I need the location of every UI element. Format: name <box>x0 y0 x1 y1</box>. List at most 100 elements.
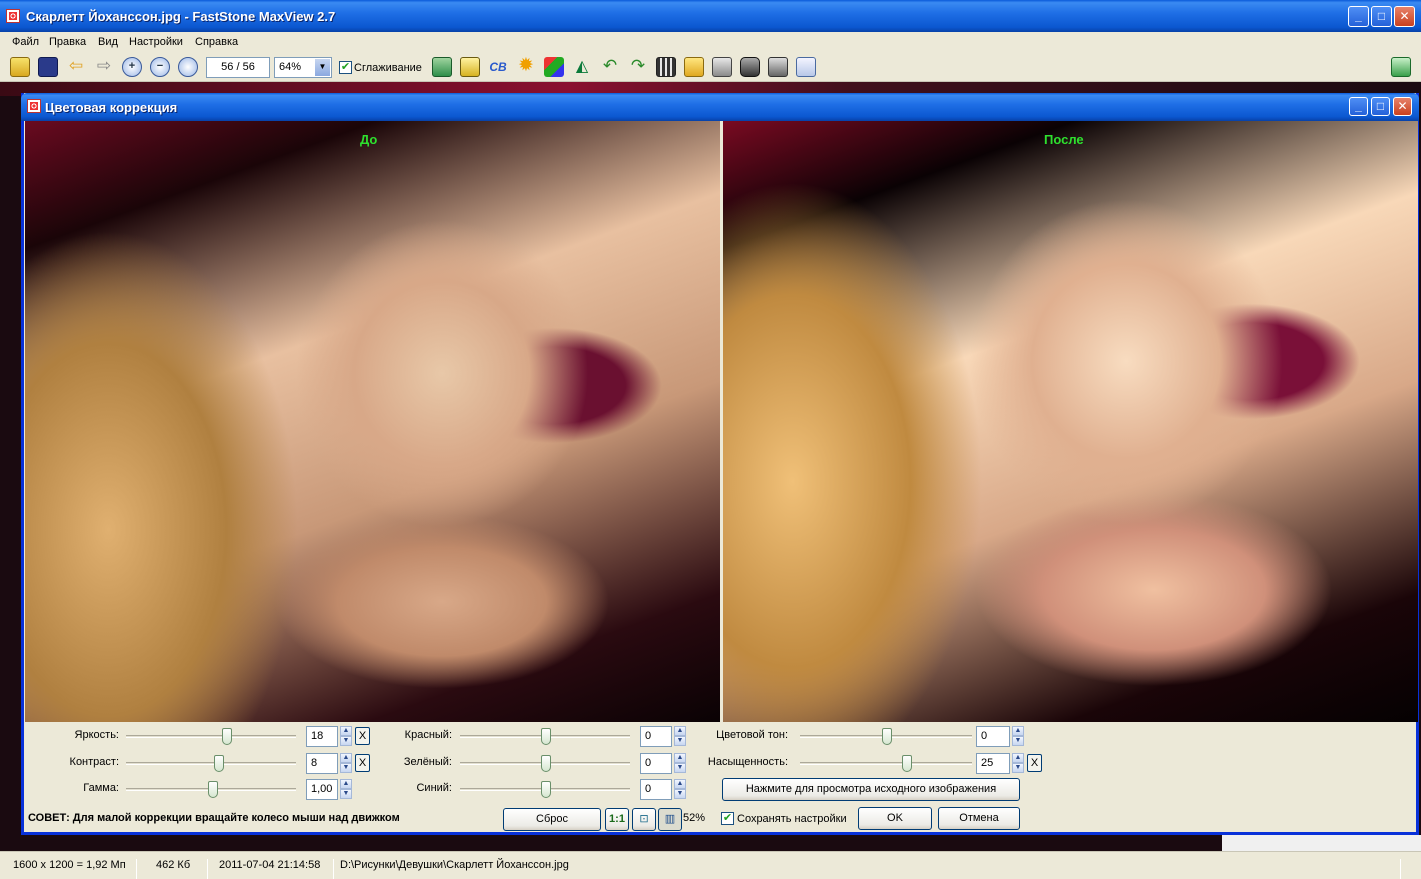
zoom-percent: 52% <box>683 812 706 824</box>
gamma-row: Гамма: 1,00 ▲ ▼ <box>24 779 374 800</box>
green-slider-thumb[interactable] <box>541 755 551 772</box>
green-spinner[interactable]: ▲ ▼ <box>674 753 686 774</box>
red-value[interactable]: 0 <box>640 726 672 747</box>
status-datetime: 2011-07-04 21:14:58 <box>219 859 321 871</box>
blue-value[interactable]: 0 <box>640 779 672 800</box>
rotate-right-icon[interactable]: ↷ <box>628 57 648 77</box>
ok-button[interactable]: OK <box>858 807 932 830</box>
saturation-track[interactable] <box>800 762 972 765</box>
green-label: Зелёный: <box>403 756 452 768</box>
zoom-out-icon[interactable]: − <box>150 57 170 77</box>
dialog-maximize-button[interactable]: □ <box>1371 97 1390 116</box>
window-title: Скарлетт Йоханссон.jpg - FastStone MaxVi… <box>26 9 336 24</box>
fit-image-icon[interactable]: ⊡ <box>632 808 656 831</box>
dialog-close-button[interactable]: ✕ <box>1393 97 1412 116</box>
blue-row: Синий: 0 ▲ ▼ <box>374 779 694 800</box>
brightness-sun-icon[interactable]: ✹ <box>516 56 536 77</box>
hue-spinner[interactable]: ▲ ▼ <box>1012 726 1024 747</box>
status-filesize: 462 Кб <box>156 859 191 871</box>
menu-edit[interactable]: Правка <box>49 36 86 48</box>
after-image[interactable]: После <box>723 121 1418 722</box>
rotate-left-icon[interactable]: ↶ <box>600 57 620 77</box>
show-original-button[interactable]: Нажмите для просмотра исходного изображе… <box>722 778 1020 801</box>
saturation-value[interactable]: 25 <box>976 753 1010 774</box>
status-separator <box>333 859 334 879</box>
settings-checklist-icon[interactable] <box>796 57 816 77</box>
brightness-spinner[interactable]: ▲ ▼ <box>340 726 352 747</box>
saturation-slider-thumb[interactable] <box>902 755 912 772</box>
minimize-button[interactable]: _ <box>1348 6 1369 27</box>
contrast-slider-thumb[interactable] <box>214 755 224 772</box>
before-label: До <box>360 132 378 147</box>
menu-help[interactable]: Справка <box>195 36 238 48</box>
dialog-app-icon[interactable] <box>27 99 41 113</box>
brightness-track[interactable] <box>126 735 296 738</box>
hue-label: Цветовой тон: <box>716 729 788 741</box>
zoom-in-icon[interactable]: + <box>122 57 142 77</box>
blue-slider-thumb[interactable] <box>541 781 551 798</box>
contrast-track[interactable] <box>126 762 296 765</box>
save-icon[interactable] <box>38 57 58 77</box>
slideshow-icon[interactable] <box>432 57 452 77</box>
gamma-value[interactable]: 1,00 <box>306 779 338 800</box>
red-slider-thumb[interactable] <box>541 728 551 745</box>
after-label: После <box>1044 132 1084 147</box>
contrast-reset-button[interactable]: X <box>355 754 370 772</box>
hue-slider-thumb[interactable] <box>882 728 892 745</box>
print-icon[interactable] <box>712 57 732 77</box>
dialog-title: Цветовая коррекция <box>45 100 178 115</box>
page-counter[interactable]: 56 / 56 <box>206 57 270 78</box>
brightness-slider-thumb[interactable] <box>222 728 232 745</box>
saturation-spinner[interactable]: ▲ ▼ <box>1012 753 1024 774</box>
save-settings-checkbox[interactable]: ✔ <box>721 812 734 825</box>
dialog-minimize-button[interactable]: _ <box>1349 97 1368 116</box>
green-value[interactable]: 0 <box>640 753 672 774</box>
gamma-spinner[interactable]: ▲ ▼ <box>340 779 352 800</box>
open-folder-icon[interactable] <box>10 57 30 77</box>
red-label: Красный: <box>404 729 452 741</box>
status-separator <box>136 859 137 879</box>
menu-view[interactable]: Вид <box>98 36 118 48</box>
color-balance-icon[interactable]: CB <box>488 57 508 77</box>
menu-settings[interactable]: Настройки <box>129 36 183 48</box>
zoom-select[interactable]: 64% ▼ <box>274 57 332 78</box>
blue-spinner[interactable]: ▲ ▼ <box>674 779 686 800</box>
saturation-label: Насыщенность: <box>707 756 788 768</box>
contrast-value[interactable]: 8 <box>306 753 338 774</box>
chevron-down-icon[interactable]: ▼ <box>315 59 330 76</box>
one-to-one-button[interactable]: 1:1 <box>605 808 629 831</box>
side-by-side-icon[interactable]: ▥ <box>658 808 682 831</box>
red-spinner[interactable]: ▲ ▼ <box>674 726 686 747</box>
crop-icon[interactable] <box>460 57 480 77</box>
gamma-slider-thumb[interactable] <box>208 781 218 798</box>
before-image[interactable]: До <box>25 121 720 722</box>
scanner-icon[interactable] <box>768 57 788 77</box>
zoom-value: 64% <box>279 61 302 73</box>
window-titlebar[interactable]: Скарлетт Йоханссон.jpg - FastStone MaxVi… <box>0 0 1421 32</box>
sharpen-icon[interactable]: ◭ <box>572 57 592 77</box>
red-row: Красный: 0 ▲ ▼ <box>374 726 694 747</box>
app-icon[interactable] <box>6 9 20 23</box>
menu-file[interactable]: Файл <box>12 36 39 48</box>
forward-arrow-icon[interactable]: ⇨ <box>94 57 114 77</box>
cancel-button[interactable]: Отмена <box>938 807 1020 830</box>
email-icon[interactable] <box>684 57 704 77</box>
filmstrip-icon[interactable] <box>656 57 676 77</box>
reset-button[interactable]: Сброс <box>503 808 601 831</box>
contrast-spinner[interactable]: ▲ ▼ <box>340 753 352 774</box>
brightness-value[interactable]: 18 <box>306 726 338 747</box>
status-separator <box>1400 859 1401 879</box>
back-arrow-icon[interactable]: ⇦ <box>66 57 86 77</box>
camera-icon[interactable] <box>740 57 760 77</box>
close-button[interactable]: ✕ <box>1394 6 1415 27</box>
color-adjust-icon[interactable] <box>544 57 564 77</box>
maximize-button[interactable]: □ <box>1371 6 1392 27</box>
fit-window-icon[interactable] <box>178 57 198 77</box>
dialog-titlebar[interactable]: Цветовая коррекция _ □ ✕ <box>21 93 1419 121</box>
brightness-reset-button[interactable]: X <box>355 727 370 745</box>
fullscreen-icon[interactable] <box>1391 57 1411 77</box>
smoothing-checkbox[interactable]: ✔ <box>339 61 352 74</box>
saturation-reset-button[interactable]: X <box>1027 754 1042 772</box>
background-photo-corner <box>1222 835 1421 851</box>
hue-value[interactable]: 0 <box>976 726 1010 747</box>
